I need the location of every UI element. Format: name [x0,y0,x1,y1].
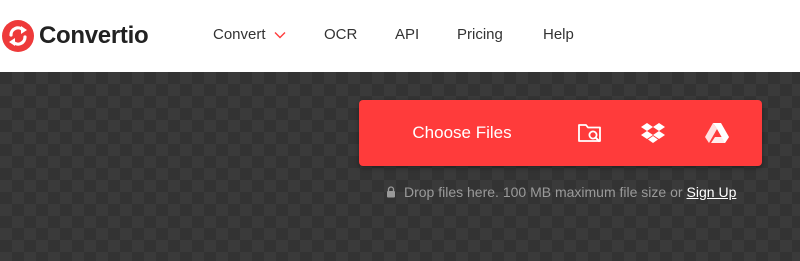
nav-convert-label: Convert [213,26,266,43]
nav-pricing[interactable]: Pricing [457,26,503,44]
nav-convert[interactable]: Convert [213,26,286,44]
dropbox-icon[interactable] [640,121,666,145]
nav-api[interactable]: API [395,26,419,44]
nav-ocr[interactable]: OCR [324,26,357,44]
upload-box: Choose Files [359,100,762,166]
upload-hint: Drop files here. 100 MB maximum file siz… [386,183,736,201]
sign-up-link[interactable]: Sign Up [687,184,737,200]
brand-name: Convertio [39,22,149,49]
chevron-down-icon [274,32,286,39]
convertio-logo-icon [2,20,34,52]
choose-files-label: Choose Files [412,123,512,142]
upload-hint-text: Drop files here. 100 MB maximum file siz… [404,184,683,200]
folder-search-icon[interactable] [577,121,603,145]
convertio-logo[interactable]: Convertio [2,20,149,52]
top-header: Convertio Convert OCR API Pricing Help [0,0,800,72]
nav-help[interactable]: Help [543,26,574,44]
choose-files-button[interactable]: Choose Files [359,100,565,166]
lock-icon [387,186,395,198]
google-drive-icon[interactable] [704,121,730,145]
hero-section: Choose Files Drop files here. 100 MB max… [0,72,800,261]
